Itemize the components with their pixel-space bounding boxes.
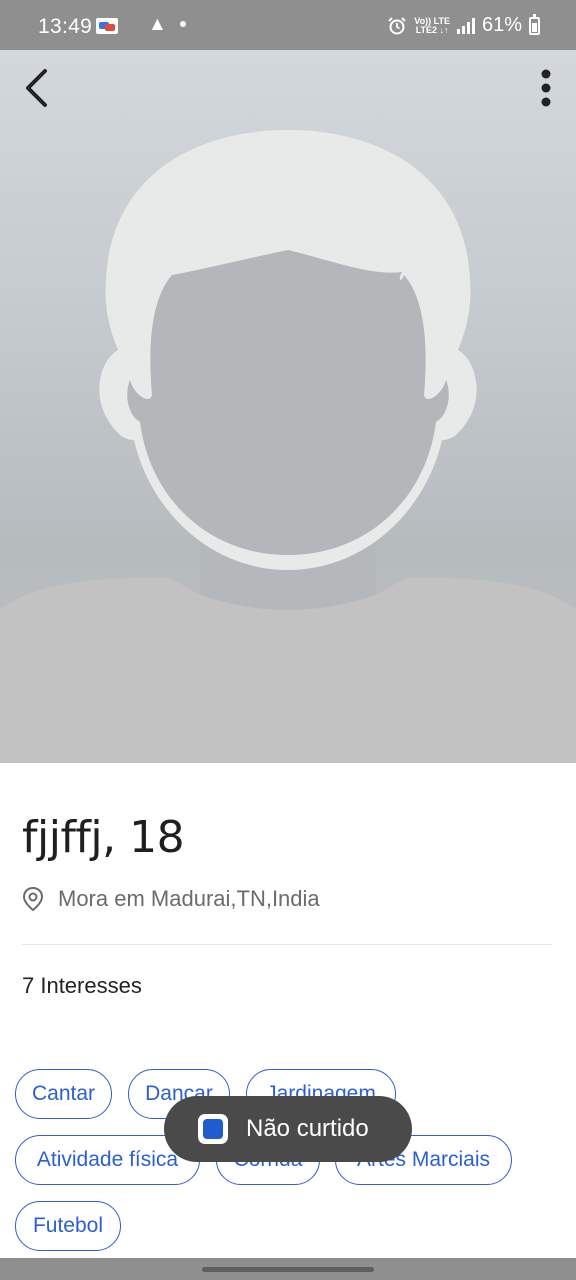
chevron-left-icon: [26, 69, 47, 107]
battery-percentage: 61%: [481, 14, 522, 36]
toast-label: Não curtido: [246, 1115, 369, 1142]
signal-icon: [456, 17, 475, 34]
status-bar: 13:49 ▲ Vo)) LTE LTE2 ↓↑ 61%: [0, 0, 576, 50]
more-vert-icon: [541, 69, 551, 107]
status-time: 13:49: [38, 15, 93, 38]
battery-icon: [529, 13, 540, 35]
status-right-group: Vo)) LTE LTE2 ↓↑ 61%: [387, 13, 540, 37]
notification-dot-icon: [180, 21, 186, 27]
notification-app-icon: [96, 18, 118, 34]
interest-chip[interactable]: Cantar: [15, 1069, 112, 1119]
alarm-icon: [388, 16, 407, 34]
network-indicator: Vo)) LTE LTE2 ↓↑: [414, 16, 450, 35]
location-pin-icon: [22, 886, 44, 912]
avatar-placeholder-icon: [0, 130, 576, 763]
toast-message: Não curtido: [164, 1096, 412, 1162]
profile-name-age: fjjffj, 18: [22, 812, 185, 863]
navigation-bar: [0, 1258, 576, 1280]
alert-icon: ▲: [148, 14, 167, 35]
divider: [22, 944, 552, 945]
app-icon: [198, 1114, 228, 1144]
interest-chip[interactable]: Futebol: [15, 1201, 121, 1251]
back-button[interactable]: [14, 62, 58, 114]
location-row: Mora em Madurai,TN,India: [22, 886, 320, 912]
interests-title: 7 Interesses: [22, 973, 142, 998]
home-handle[interactable]: [202, 1267, 374, 1272]
location-text: Mora em Madurai,TN,India: [58, 886, 320, 911]
more-options-button[interactable]: [528, 62, 564, 114]
network-bottom-label: LTE2 ↓↑: [415, 24, 449, 35]
profile-photo[interactable]: [0, 50, 576, 763]
